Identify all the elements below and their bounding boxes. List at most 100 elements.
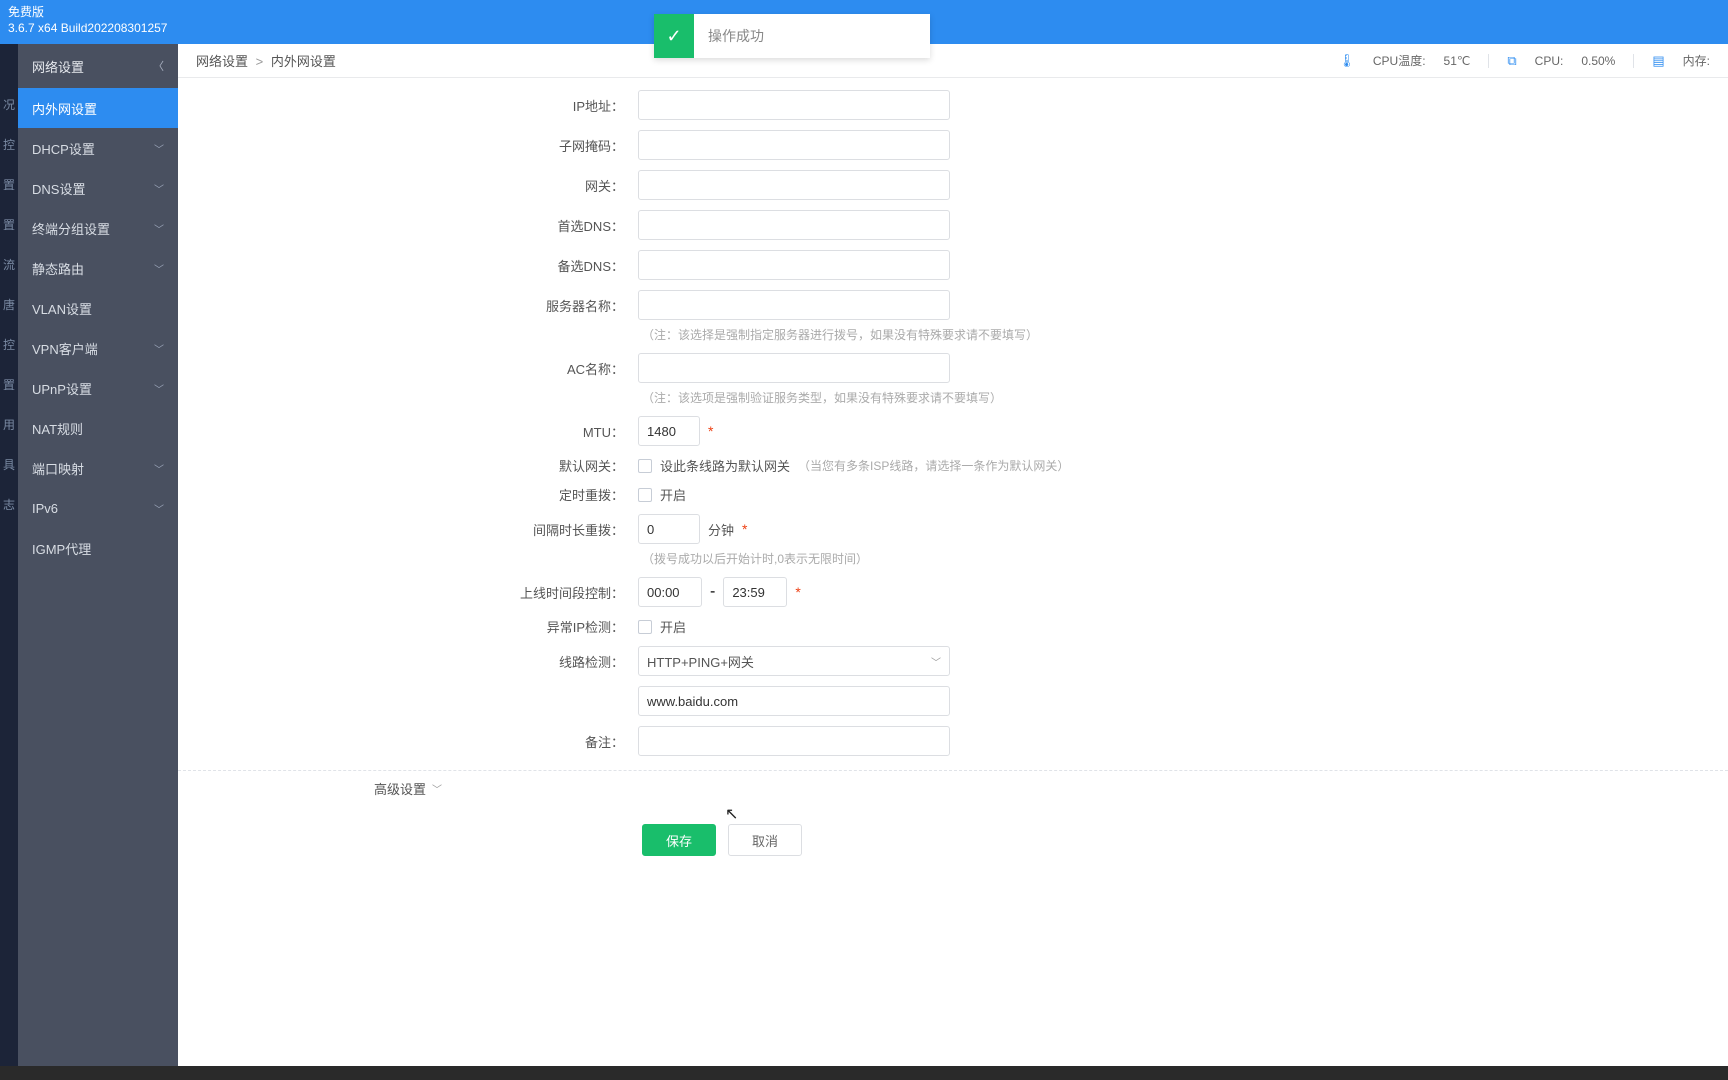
sidebar-item-label: IGMP代理 (32, 539, 91, 558)
dns2-label: 备选DNS： (178, 256, 638, 275)
chevron-down-icon: ﹀ (154, 221, 164, 236)
sidebar: 网络设置 〉 内外网设置 DHCP设置 ﹀ DNS设置 ﹀ 终端分组设置 ﹀ 静… (18, 44, 178, 1080)
breadcrumb-root[interactable]: 网络设置 (196, 54, 248, 69)
gateway-input[interactable] (638, 170, 950, 200)
ac-input[interactable] (638, 353, 950, 383)
abnormal-ip-checkbox[interactable] (638, 620, 652, 634)
ip-input[interactable] (638, 90, 950, 120)
cpu-label: CPU: (1535, 54, 1564, 68)
memory-icon: ▤ (1652, 53, 1664, 69)
mtu-input[interactable] (638, 416, 700, 446)
divider (1633, 54, 1634, 68)
redial-label: 定时重拨： (178, 485, 638, 504)
sidebar-item-upnp[interactable]: UPnP设置 ﹀ (18, 368, 178, 408)
sidebar-item-label: VLAN设置 (32, 299, 92, 318)
interval-unit: 分钟 (708, 520, 734, 539)
rail-icon[interactable]: 置 (0, 164, 18, 204)
rail-icon[interactable]: 置 (0, 364, 18, 404)
redial-cbx-label: 开启 (660, 485, 686, 504)
line-check-select[interactable]: HTTP+PING+网关 ﹀ (638, 646, 950, 676)
sidebar-item-dhcp[interactable]: DHCP设置 ﹀ (18, 128, 178, 168)
chevron-down-icon: ﹀ (154, 501, 164, 516)
default-gw-cbx-label: 设此条线路为默认网关 (660, 456, 790, 475)
required-mark: * (795, 584, 800, 600)
line-check-url-input[interactable] (638, 686, 950, 716)
thermometer-icon: 🌡 (1338, 53, 1355, 69)
sidebar-item-static-route[interactable]: 静态路由 ﹀ (18, 248, 178, 288)
rail-icon[interactable]: 控 (0, 324, 18, 364)
interval-hint: （拨号成功以后开始计时,0表示无限时间） (178, 550, 1728, 567)
os-taskbar[interactable] (0, 1066, 1728, 1080)
rail-icon[interactable]: 具 (0, 444, 18, 484)
server-input[interactable] (638, 290, 950, 320)
ac-hint: （注：该选项是强制验证服务类型，如果没有特殊要求请不要填写） (178, 389, 1728, 406)
rail-icon[interactable]: 控 (0, 124, 18, 164)
chevron-down-icon: ﹀ (154, 141, 164, 156)
ac-label: AC名称： (178, 359, 638, 378)
interval-input[interactable] (638, 514, 700, 544)
sidebar-item-vlan[interactable]: VLAN设置 (18, 288, 178, 328)
sidebar-item-igmp[interactable]: IGMP代理 (18, 528, 178, 568)
time-to-input[interactable] (723, 577, 787, 607)
sidebar-item-group[interactable]: 终端分组设置 ﹀ (18, 208, 178, 248)
default-gw-checkbox[interactable] (638, 459, 652, 473)
cpu-value: 0.50% (1581, 54, 1615, 68)
form-area: IP地址： 子网掩码： 网关： 首选DNS： 备选DNS： 服务器名称： (178, 78, 1728, 1080)
chevron-down-icon: ﹀ (432, 781, 442, 796)
default-gw-hint: （当您有多条ISP线路，请选择一条作为默认网关） (798, 457, 1069, 474)
chevron-left-icon: 〉 (153, 58, 164, 74)
rail-icon[interactable]: 志 (0, 484, 18, 524)
rail-icon[interactable]: 置 (0, 204, 18, 244)
line-check-label: 线路检测： (178, 652, 638, 671)
mask-input[interactable] (638, 130, 950, 160)
advanced-label: 高级设置 (374, 779, 426, 798)
sidebar-item-portmap[interactable]: 端口映射 ﹀ (18, 448, 178, 488)
chevron-down-icon: ﹀ (154, 461, 164, 476)
rail-icon[interactable]: 况 (0, 84, 18, 124)
time-sep: - (710, 583, 715, 601)
mem-label: 内存: (1683, 52, 1710, 69)
sidebar-item-label: 终端分组设置 (32, 219, 110, 238)
sidebar-item-label: NAT规则 (32, 419, 83, 438)
advanced-toggle[interactable]: 高级设置 ﹀ (178, 770, 1728, 806)
mask-label: 子网掩码： (178, 136, 638, 155)
dns1-input[interactable] (638, 210, 950, 240)
save-button[interactable]: 保存 (642, 824, 716, 856)
cpu-temp-label: CPU温度: (1373, 52, 1426, 69)
mtu-label: MTU： (178, 422, 638, 441)
server-label: 服务器名称： (178, 296, 638, 315)
sidebar-header[interactable]: 网络设置 〉 (18, 44, 178, 88)
cpu-icon: ⧉ (1507, 53, 1516, 69)
chevron-down-icon: ﹀ (154, 181, 164, 196)
rail-icon[interactable]: 唐 (0, 284, 18, 324)
sidebar-item-label: IPv6 (32, 501, 58, 516)
sidebar-item-ipv6[interactable]: IPv6 ﹀ (18, 488, 178, 528)
abnormal-ip-label: 异常IP检测： (178, 617, 638, 636)
sidebar-item-vpn[interactable]: VPN客户端 ﹀ (18, 328, 178, 368)
redial-checkbox[interactable] (638, 488, 652, 502)
sidebar-item-label: UPnP设置 (32, 379, 92, 398)
icon-rail: 况 控 置 置 流 唐 控 置 用 具 志 (0, 44, 18, 1080)
remark-label: 备注： (178, 732, 638, 751)
dns2-input[interactable] (638, 250, 950, 280)
sidebar-item-label: 内外网设置 (32, 99, 97, 118)
cpu-temp-value: 51℃ (1444, 54, 1471, 68)
sidebar-item-label: 静态路由 (32, 259, 84, 278)
sidebar-item-label: 端口映射 (32, 459, 84, 478)
rail-icon[interactable]: 用 (0, 404, 18, 444)
content-area: 网络设置 > 内外网设置 🌡 CPU温度: 51℃ ⧉ CPU: 0.50% ▤… (178, 44, 1728, 1080)
server-hint: （注：该选择是强制指定服务器进行拨号，如果没有特殊要求请不要填写） (178, 326, 1728, 343)
divider (1488, 54, 1489, 68)
sidebar-item-dns[interactable]: DNS设置 ﹀ (18, 168, 178, 208)
abnormal-ip-cbx-label: 开启 (660, 617, 686, 636)
status-bar: 🌡 CPU温度: 51℃ ⧉ CPU: 0.50% ▤ 内存: (1338, 52, 1710, 69)
default-gw-label: 默认网关： (178, 456, 638, 475)
breadcrumb-leaf: 内外网设置 (271, 54, 336, 69)
line-check-value: HTTP+PING+网关 (647, 652, 754, 671)
rail-icon[interactable]: 流 (0, 244, 18, 284)
time-from-input[interactable] (638, 577, 702, 607)
sidebar-item-nat[interactable]: NAT规则 (18, 408, 178, 448)
cancel-button[interactable]: 取消 (728, 824, 802, 856)
remark-input[interactable] (638, 726, 950, 756)
sidebar-item-lanwan[interactable]: 内外网设置 (18, 88, 178, 128)
